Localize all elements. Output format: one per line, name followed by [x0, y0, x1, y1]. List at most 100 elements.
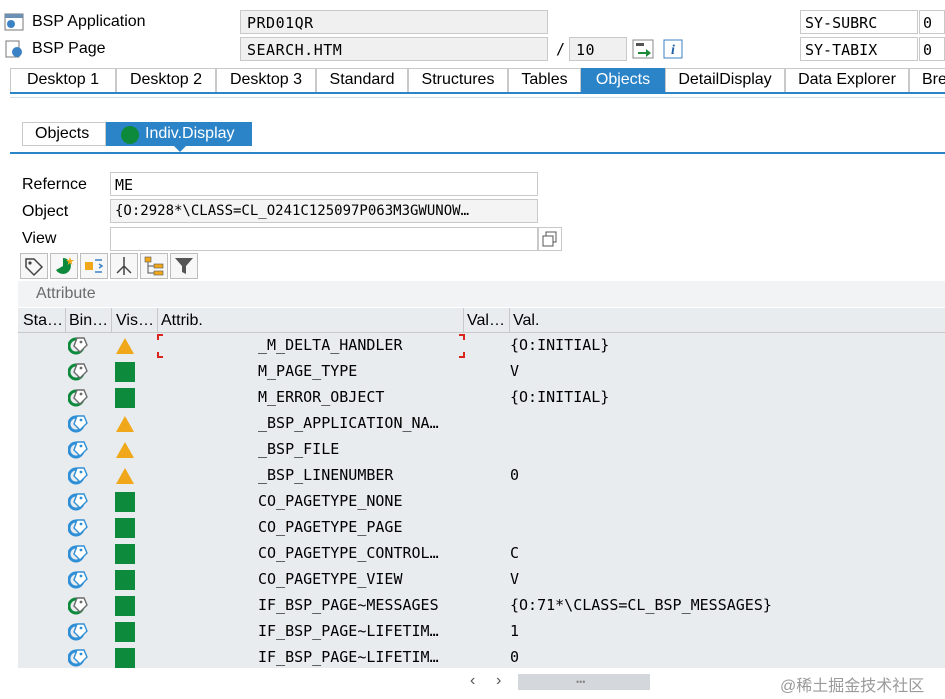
attribute-name[interactable]: CO_PAGETYPE_VIEW	[258, 570, 463, 588]
table-row[interactable]: CO_PAGETYPE_CONTROL… C	[18, 541, 945, 567]
table-row[interactable]: CO_PAGETYPE_NONE	[18, 489, 945, 515]
attribute-name[interactable]: IF_BSP_PAGE~LIFETIM…	[258, 648, 463, 666]
table-row[interactable]: M_ERROR_OBJECT {O:INITIAL}	[18, 385, 945, 411]
scroll-thumb[interactable]: •••	[518, 674, 650, 690]
attribute-name[interactable]: IF_BSP_PAGE~MESSAGES	[258, 596, 463, 614]
scroll-right-icon[interactable]: ›	[496, 672, 501, 690]
column-value[interactable]: Val.	[513, 312, 813, 330]
table-row[interactable]: IF_BSP_PAGE~LIFETIM… 0	[18, 645, 945, 668]
attribute-name[interactable]: CO_PAGETYPE_PAGE	[258, 518, 463, 536]
attribute-value[interactable]: V	[510, 362, 940, 380]
subtab-notch	[174, 146, 186, 152]
attribute-name[interactable]: CO_PAGETYPE_NONE	[258, 492, 463, 510]
object-input[interactable]: {O:2928*\CLASS=CL_O241C125097P063M3GWUNO…	[110, 199, 538, 223]
column-status[interactable]: Sta…	[23, 312, 63, 330]
sy-subrc-label: SY-SUBRC	[800, 10, 918, 34]
attribute-value[interactable]: V	[510, 570, 940, 588]
tab-objects[interactable]: Objects	[581, 68, 665, 92]
tab-desktop-1[interactable]: Desktop 1	[10, 68, 116, 92]
attribute-name[interactable]: _BSP_APPLICATION_NA…	[258, 414, 463, 432]
bsp-page-label: BSP Page	[32, 40, 106, 57]
navigate-icon[interactable]	[632, 39, 654, 59]
page-number-field[interactable]: 10	[569, 37, 627, 61]
attribute-name[interactable]: _BSP_FILE	[258, 440, 463, 458]
tab-data-explorer[interactable]: Data Explorer	[785, 68, 909, 92]
table-row[interactable]: IF_BSP_PAGE~LIFETIM… 1	[18, 619, 945, 645]
green-square-icon	[115, 544, 135, 564]
tab-detaildisplay[interactable]: DetailDisplay	[665, 68, 785, 92]
attribute-name[interactable]: CO_PAGETYPE_CONTROL…	[258, 544, 463, 562]
status-green-icon	[121, 126, 139, 144]
filter-button[interactable]	[170, 253, 198, 279]
attribute-name[interactable]: IF_BSP_PAGE~LIFETIM…	[258, 622, 463, 640]
view-input[interactable]	[110, 227, 538, 251]
tag-button[interactable]	[20, 253, 48, 279]
tab-structures[interactable]: Structures	[408, 68, 508, 92]
table-row[interactable]: _BSP_LINENUMBER 0	[18, 463, 945, 489]
hierarchy-button[interactable]	[110, 253, 138, 279]
tab-standard[interactable]: Standard	[316, 68, 408, 92]
attribute-name[interactable]: M_ERROR_OBJECT	[258, 388, 463, 406]
public-attribute-icon	[68, 545, 88, 563]
green-square-icon	[115, 596, 135, 616]
table-row[interactable]: CO_PAGETYPE_VIEW V	[18, 567, 945, 593]
reference-input[interactable]: ME	[110, 172, 538, 196]
attribute-value[interactable]: {O:INITIAL}	[510, 388, 940, 406]
attribute-value[interactable]: {O:INITIAL}	[510, 336, 940, 354]
table-row[interactable]: _BSP_APPLICATION_NA…	[18, 411, 945, 437]
attribute-name[interactable]: _BSP_LINENUMBER	[258, 466, 463, 484]
green-square-icon	[115, 388, 135, 408]
attribute-value[interactable]: 1	[510, 622, 940, 640]
view-label: View	[22, 230, 57, 247]
sy-subrc-value[interactable]: 0	[919, 10, 945, 34]
bsp-page-row: BSP Page SEARCH.HTM / 10 i SY-TABIX 0	[0, 36, 945, 62]
tab-breakpoints[interactable]: Bre	[909, 68, 945, 92]
application-icon	[4, 13, 24, 31]
public-attribute-icon	[68, 415, 88, 433]
green-square-icon	[115, 492, 135, 512]
column-binding[interactable]: Bin…	[69, 312, 111, 330]
tab-tables[interactable]: Tables	[508, 68, 581, 92]
expand-icon	[85, 259, 104, 273]
bsp-page-field[interactable]: SEARCH.HTM	[240, 37, 548, 61]
table-row[interactable]: _BSP_FILE	[18, 437, 945, 463]
info-icon[interactable]: i	[663, 39, 683, 59]
scroll-left-icon[interactable]: ‹	[470, 672, 475, 690]
main-tab-strip: Desktop 1 Desktop 2 Desktop 3 Standard S…	[10, 68, 945, 94]
public-attribute-icon	[68, 493, 88, 511]
bsp-application-field[interactable]: PRD01QR	[240, 10, 548, 34]
tab-desktop-3[interactable]: Desktop 3	[216, 68, 316, 92]
tab-desktop-2[interactable]: Desktop 2	[116, 68, 216, 92]
bsp-application-row: BSP Application PRD01QR SY-SUBRC 0	[0, 9, 945, 35]
subtab-indiv-display[interactable]: Indiv.Display	[106, 122, 252, 146]
warning-triangle-icon	[116, 468, 134, 484]
attribute-value[interactable]: C	[510, 544, 940, 562]
public-attribute-icon	[68, 623, 88, 641]
tag-icon	[25, 258, 44, 277]
expand-button[interactable]	[80, 253, 108, 279]
filter-icon	[175, 258, 193, 274]
tab-divider	[10, 97, 945, 98]
private-attribute-icon	[68, 597, 88, 615]
tree-button[interactable]	[140, 253, 168, 279]
attribute-value[interactable]: {O:71*\CLASS=CL_BSP_MESSAGES}	[510, 596, 940, 614]
column-value-type[interactable]: Val…	[467, 312, 509, 330]
table-row[interactable]: M_PAGE_TYPE V	[18, 359, 945, 385]
attribute-value[interactable]: 0	[510, 466, 940, 484]
subtab-indiv-display-label: Indiv.Display	[145, 125, 235, 142]
subtab-objects[interactable]: Objects	[22, 122, 106, 146]
table-row[interactable]: IF_BSP_PAGE~MESSAGES {O:71*\CLASS=CL_BSP_…	[18, 593, 945, 619]
attribute-name[interactable]: M_PAGE_TYPE	[258, 362, 463, 380]
page-separator: /	[556, 40, 566, 58]
view-value-help-button[interactable]	[538, 227, 562, 251]
sy-tabix-value[interactable]: 0	[919, 37, 945, 61]
attribute-value[interactable]: 0	[510, 648, 940, 666]
column-visibility[interactable]: Vis…	[116, 312, 156, 330]
public-attribute-icon	[68, 649, 88, 667]
column-attribute[interactable]: Attrib.	[161, 312, 461, 330]
table-title-bar: Attribute	[18, 281, 945, 307]
class-attr-button[interactable]	[50, 253, 78, 279]
sy-tabix-label: SY-TABIX	[800, 37, 918, 61]
svg-text:i: i	[671, 43, 675, 58]
table-row[interactable]: CO_PAGETYPE_PAGE	[18, 515, 945, 541]
